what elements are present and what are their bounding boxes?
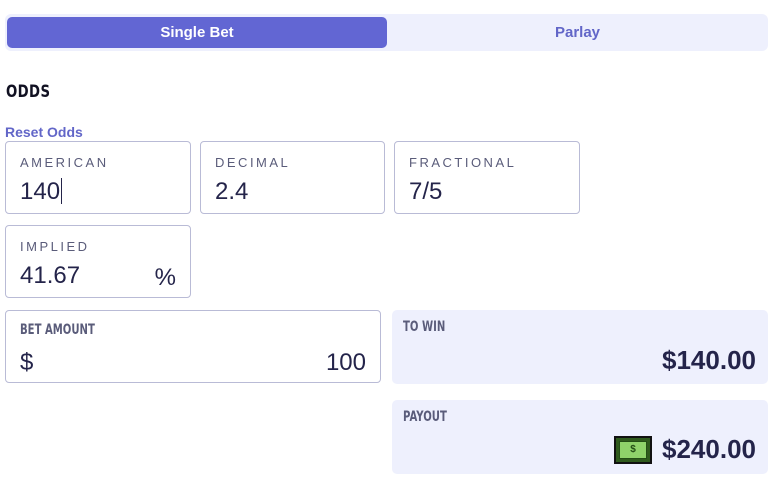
text-caret <box>61 178 63 204</box>
fractional-input[interactable]: 7/5 <box>409 178 442 206</box>
currency-symbol: $ <box>20 349 34 376</box>
bet-amount-label: BET AMOUNT <box>20 322 95 338</box>
percent-sign: % <box>154 264 176 291</box>
american-label: AMERICAN <box>20 155 109 170</box>
parlay-tab[interactable]: Parlay <box>389 17 766 48</box>
payout-panel: PAYOUT $ $240.00 <box>392 400 768 474</box>
to-win-value: $140.00 <box>662 345 756 375</box>
fractional-label: FRACTIONAL <box>409 155 517 170</box>
payout-label: PAYOUT <box>403 409 447 425</box>
bet-amount-input[interactable]: 100 <box>326 349 366 377</box>
decimal-input[interactable]: 2.4 <box>215 178 248 206</box>
american-odds-field[interactable]: AMERICAN 140 <box>5 141 191 214</box>
money-icon: $ <box>614 435 653 464</box>
odds-title: ODDS <box>6 82 51 102</box>
implied-input[interactable]: 41.67 <box>20 262 80 290</box>
reset-odds-link[interactable]: Reset Odds <box>5 124 83 140</box>
to-win-label: TO WIN <box>403 319 446 335</box>
bet-amount-field[interactable]: BET AMOUNT $ 100 <box>5 310 381 383</box>
fractional-odds-field[interactable]: FRACTIONAL 7/5 <box>394 141 580 214</box>
payout-value: $ $240.00 <box>614 434 756 465</box>
implied-odds-field[interactable]: IMPLIED 41.67 % <box>5 225 191 298</box>
bet-type-toggle: Single Bet Parlay <box>5 14 768 51</box>
to-win-panel: TO WIN $140.00 <box>392 310 768 384</box>
single-bet-tab[interactable]: Single Bet <box>7 17 387 48</box>
decimal-odds-field[interactable]: DECIMAL 2.4 <box>200 141 385 214</box>
american-input[interactable]: 140 <box>20 178 63 206</box>
decimal-label: DECIMAL <box>215 155 291 170</box>
implied-label: IMPLIED <box>20 239 90 254</box>
